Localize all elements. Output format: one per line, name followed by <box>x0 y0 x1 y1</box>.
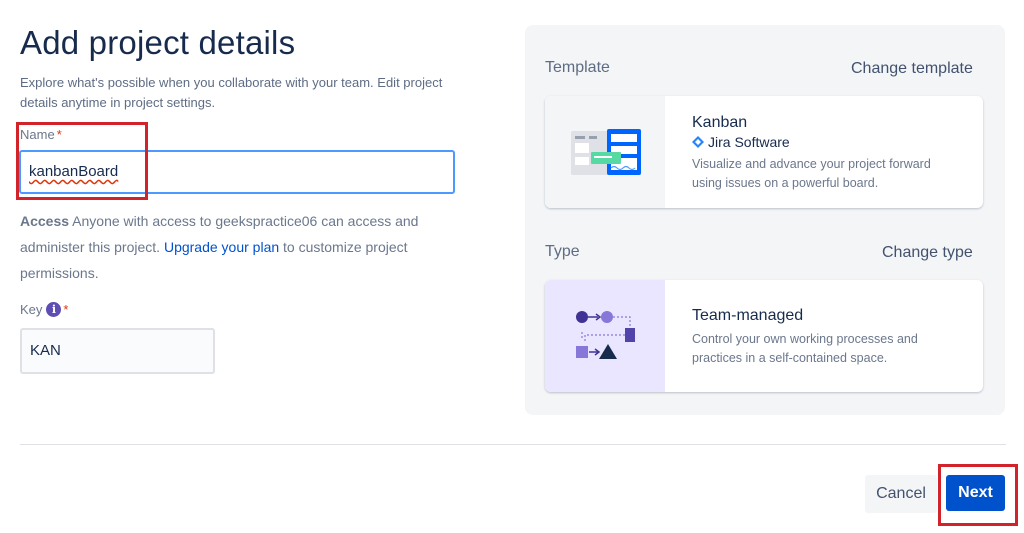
change-template-link[interactable]: Change template <box>851 60 973 78</box>
page-title: Add project details <box>20 24 296 61</box>
access-label: Access <box>20 213 70 229</box>
type-section-label: Type <box>545 243 580 260</box>
key-label-text: Key <box>20 302 43 317</box>
info-icon[interactable]: i <box>46 302 62 317</box>
team-managed-thumbnail <box>545 280 665 392</box>
template-card-description: Visualize and advance your project forwa… <box>692 157 931 190</box>
type-card-description: Control your own working processes and p… <box>692 332 918 365</box>
upgrade-plan-link[interactable]: Upgrade your plan <box>164 239 279 255</box>
required-marker: * <box>63 302 69 317</box>
jira-software-icon <box>692 136 704 148</box>
access-info: Access Anyone with access to geekspracti… <box>20 208 450 286</box>
change-type-link[interactable]: Change type <box>882 244 973 262</box>
annotation-box-next <box>938 464 1018 526</box>
team-managed-icon <box>576 311 635 359</box>
type-card-text: Team-managed Control your own working pr… <box>665 280 983 392</box>
type-card[interactable]: Team-managed Control your own working pr… <box>545 280 983 392</box>
product-name: Jira Software <box>708 134 790 150</box>
footer-divider <box>20 444 1006 445</box>
key-label: Key i * <box>20 302 68 317</box>
product-row: Jira Software <box>692 134 961 150</box>
template-card-title: Kanban <box>692 114 748 131</box>
page-subtitle: Explore what's possible when you collabo… <box>20 75 443 110</box>
kanban-thumbnail <box>545 96 665 208</box>
template-section-label: Template <box>545 59 610 76</box>
type-card-title: Team-managed <box>692 307 804 324</box>
template-card[interactable]: Kanban Jira Software Visualize and advan… <box>545 96 983 208</box>
annotation-box-name <box>16 122 148 200</box>
cancel-button[interactable]: Cancel <box>865 475 937 513</box>
template-card-text: Kanban Jira Software Visualize and advan… <box>665 96 983 208</box>
kanban-board-icon <box>571 129 641 175</box>
key-input[interactable]: KAN <box>20 328 215 374</box>
